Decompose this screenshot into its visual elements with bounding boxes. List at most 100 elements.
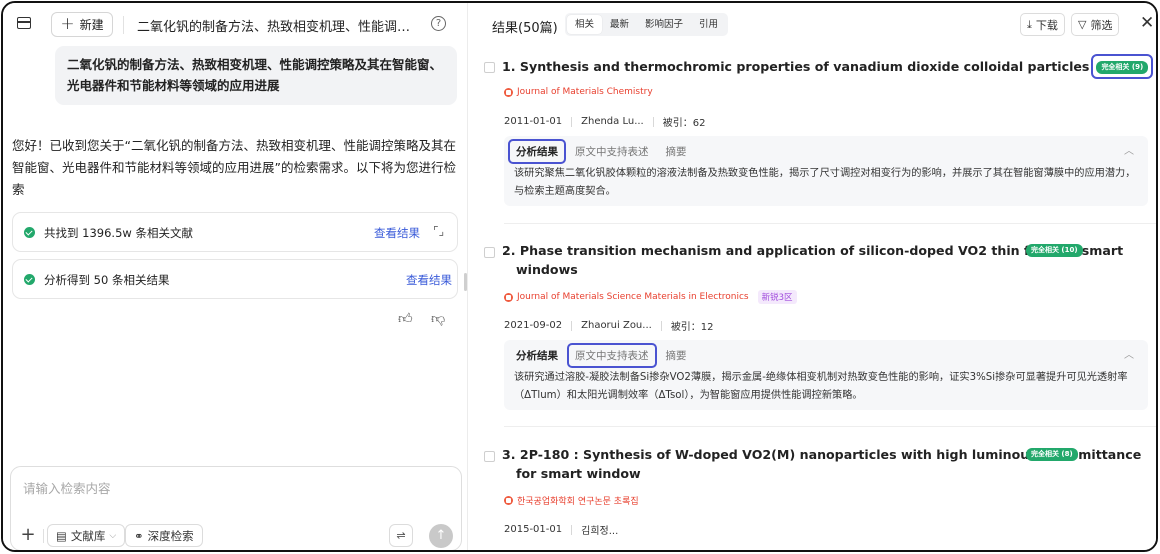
download-button[interactable]: ⤓ 下载 (1020, 13, 1065, 36)
result-journal[interactable]: Journal of Materials Science Materials i… (504, 290, 797, 304)
new-chat-button[interactable]: + 新建 (51, 12, 113, 37)
expand-icon[interactable]: ⌜⌟ (433, 224, 447, 238)
tab-abstract[interactable]: 摘要 (658, 343, 695, 368)
result-citations: 被引：12 (670, 322, 714, 333)
chat-panel: + 新建 二氧化钒的制备方法、热致相变机理、性能调控策… ? 二氧化钒的制备方法… (3, 3, 467, 550)
tab-supporting-text[interactable]: 原文中支持表述 (567, 343, 657, 368)
journal-name: Journal of Materials Science Materials i… (517, 292, 749, 302)
result-title-line: 3. 2P-180 : Synthesis of W-doped VO2(M) … (502, 447, 1142, 462)
results-scrollbar[interactable] (1156, 47, 1158, 79)
result-title[interactable]: 1. Synthesis and thermochromic propertie… (502, 54, 1154, 79)
check-circle-icon (24, 227, 35, 238)
thumbs-up-icon[interactable]: 👍︎ (398, 310, 413, 327)
deep-search-label: 深度检索 (147, 528, 194, 543)
result-citations: 被引：62 (662, 118, 706, 129)
view-results-link[interactable]: 查看结果 (406, 272, 452, 288)
result-checkbox[interactable] (484, 247, 495, 258)
close-icon[interactable]: ✕ (1140, 15, 1154, 32)
deep-search-toggle[interactable]: ⚭ 深度检索 (125, 524, 203, 547)
analysis-panel: 分析结果 原文中支持表述 摘要 ︿ 该研究通过溶胶-凝胶法制备Si掺杂VO2薄膜… (504, 340, 1148, 410)
tab-analysis-result[interactable]: 分析结果 (508, 343, 566, 368)
app-window: + 新建 二氧化钒的制备方法、热致相变机理、性能调控策… ? 二氧化钒的制备方法… (1, 1, 1158, 552)
step-search-text: 共找到 1396.5w 条相关文献 (44, 226, 193, 240)
chevron-up-icon[interactable]: ︿ (1124, 142, 1134, 157)
tab-citations[interactable]: 引用 (691, 15, 726, 34)
tab-latest[interactable]: 最新 (602, 15, 637, 34)
send-button[interactable]: ↑ (429, 524, 453, 548)
download-icon: ⤓ (1027, 17, 1032, 31)
result-date: 2015-01-01 (504, 524, 563, 535)
chat-topbar: + 新建 二氧化钒的制备方法、热致相变机理、性能调控策… ? (3, 3, 467, 47)
filter-label: 筛选 (1090, 18, 1113, 32)
tab-supporting-text[interactable]: 原文中支持表述 (567, 139, 657, 164)
result-authors: Zhenda Lu... (581, 116, 644, 127)
result-title[interactable]: 2. Phase transition mechanism and applic… (502, 241, 1124, 279)
user-query-bubble: 二氧化钒的制备方法、热致相变机理、性能调控策略及其在智能窗、光电器件和节能材料等… (55, 46, 457, 105)
filter-icon: ▽ (1078, 18, 1087, 31)
plus-icon: + (60, 14, 75, 34)
result-title[interactable]: 3. 2P-180 : Synthesis of W-doped VO2(M) … (502, 445, 1142, 483)
check-circle-icon (24, 274, 35, 285)
result-authors: Zhaorui Zou... (581, 320, 652, 331)
library-select[interactable]: ▤ 文献库 ⌵ (47, 524, 126, 547)
results-panel: 结果(50篇) 相关 最新 影响因子 引用 ⤓ 下载 ▽ 筛选 ✕ 1. Syn… (468, 3, 1156, 550)
tab-relevance[interactable]: 相关 (567, 15, 603, 34)
relevance-badge: 完全相关 (8) (1026, 448, 1078, 461)
journal-icon (504, 87, 513, 97)
tab-impact-factor[interactable]: 影响因子 (637, 15, 691, 34)
help-icon[interactable]: ? (431, 16, 446, 31)
assistant-message: 您好！已收到您关于“二氧化钒的制备方法、热致相变机理、性能调控策略及其在智能窗、… (12, 138, 456, 197)
sort-tabs: 相关 最新 影响因子 引用 (565, 13, 729, 36)
journal-name: 한국공업화학회 연구논문 초록집 (517, 497, 639, 507)
result-title-text: 1. Synthesis and thermochromic propertie… (502, 59, 1090, 74)
tab-abstract[interactable]: 摘要 (658, 139, 695, 164)
step-card-analysis: 分析得到 50 条相关结果 查看结果 (12, 259, 458, 299)
search-input-box[interactable]: 请输入检索内容 + ▤ 文献库 ⌵ ⚭ 深度检索 ⇌ ↑ (10, 466, 462, 550)
result-checkbox[interactable] (484, 62, 495, 73)
library-label: 文献库 (70, 528, 106, 543)
result-meta: 2011-01-01 Zhenda Lu... 被引：62 (504, 114, 705, 129)
result-divider (504, 223, 1156, 224)
thumbs-down-icon[interactable]: 👎︎ (431, 310, 445, 327)
results-list: 1. Synthesis and thermochromic propertie… (468, 47, 1156, 550)
result-date: 2021-09-02 (504, 320, 563, 331)
result-title-line: 2. Phase transition mechanism and applic… (502, 243, 1124, 258)
relevance-badge-highlight: 完全相关 (9) (1091, 54, 1154, 79)
result-title-line: windows (516, 262, 578, 277)
relevance-badge: 完全相关 (10) (1026, 244, 1083, 257)
step-card-search: 共找到 1396.5w 条相关文献 查看结果 ⌜⌟ (12, 212, 458, 252)
analysis-tabs: 分析结果 原文中支持表述 摘要 (508, 139, 696, 164)
add-attachment-icon[interactable]: + (17, 525, 39, 547)
input-divider (43, 529, 44, 543)
result-journal[interactable]: Journal of Materials Chemistry (504, 87, 653, 97)
conversation-title: 二氧化钒的制备方法、热致相变机理、性能调控策… (137, 20, 417, 35)
result-checkbox[interactable] (484, 451, 495, 462)
tab-analysis-result[interactable]: 分析结果 (508, 139, 566, 164)
results-header: 结果(50篇) 相关 最新 影响因子 引用 ⤓ 下载 ▽ 筛选 ✕ (468, 3, 1156, 47)
sidebar-toggle-icon[interactable] (17, 17, 31, 29)
step-analysis-text: 分析得到 50 条相关结果 (44, 273, 170, 287)
chevron-up-icon[interactable]: ︿ (1124, 346, 1134, 361)
analysis-text: 该研究聚焦二氧化钒胶体颗粒的溶液法制备及热致变色性能，揭示了尺寸调控对相变行为的… (514, 168, 1136, 197)
result-journal[interactable]: 한국공업화학회 연구논문 초록집 (504, 494, 639, 507)
deep-search-icon: ⚭ (134, 528, 144, 543)
topbar-divider (123, 16, 124, 34)
result-meta: 2015-01-01 김희정... (504, 522, 618, 537)
result-meta: 2021-09-02 Zhaorui Zou... 被引：12 (504, 318, 714, 333)
download-label: 下载 (1035, 18, 1058, 32)
result-divider (504, 426, 1156, 427)
journal-name: Journal of Materials Chemistry (517, 87, 653, 97)
new-chat-label: 新建 (79, 18, 104, 32)
document-icon: ▤ (56, 528, 67, 543)
journal-icon (504, 292, 513, 302)
search-input-placeholder: 请输入检索内容 (23, 481, 111, 496)
analysis-text: 该研究通过溶胶-凝胶法制备Si掺杂VO2薄膜，揭示金属-绝缘体相变机制对热致变色… (514, 372, 1128, 401)
view-results-link[interactable]: 查看结果 (374, 225, 420, 241)
settings-sliders-icon[interactable]: ⇌ (389, 524, 413, 547)
results-title: 结果(50篇) (492, 21, 558, 36)
journal-zone-badge: 新锐3区 (757, 290, 797, 304)
filter-button[interactable]: ▽ 筛选 (1071, 13, 1120, 36)
result-title-line: for smart window (516, 466, 641, 481)
journal-icon (504, 496, 513, 505)
analysis-panel: 分析结果 原文中支持表述 摘要 ︿ 该研究聚焦二氧化钒胶体颗粒的溶液法制备及热致… (504, 136, 1148, 206)
